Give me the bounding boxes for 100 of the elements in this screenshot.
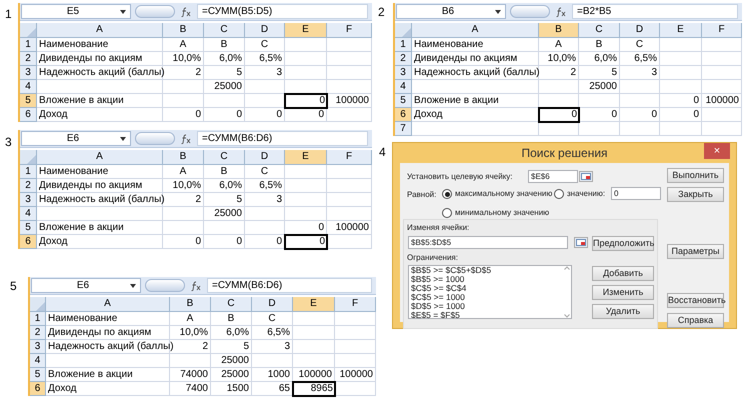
- column-header[interactable]: A: [412, 23, 539, 38]
- caret-icon[interactable]: [120, 10, 126, 14]
- formula-field[interactable]: =СУММ(B6:D6): [207, 278, 372, 293]
- row-header[interactable]: 6: [20, 108, 37, 122]
- row-header[interactable]: 2: [30, 326, 46, 340]
- function-icon[interactable]: [189, 279, 203, 292]
- column-header[interactable]: D: [620, 23, 660, 38]
- row-header[interactable]: 7: [395, 122, 412, 136]
- row-header[interactable]: 1: [20, 38, 37, 52]
- row-header[interactable]: 6: [30, 382, 46, 396]
- caret-icon[interactable]: [130, 284, 136, 288]
- corner-cell[interactable]: [20, 150, 37, 165]
- radio-button[interactable]: [554, 189, 564, 199]
- function-icon[interactable]: [179, 5, 193, 18]
- row-header[interactable]: 5: [20, 221, 37, 235]
- row-header[interactable]: 1: [20, 165, 37, 179]
- corner-cell[interactable]: [395, 23, 412, 38]
- row-header[interactable]: 4: [395, 80, 412, 94]
- column-header[interactable]: F: [335, 297, 376, 312]
- name-box[interactable]: E5: [21, 4, 131, 19]
- scroll-handle[interactable]: [135, 5, 175, 18]
- row-header[interactable]: 2: [395, 52, 412, 66]
- column-header[interactable]: E: [293, 297, 335, 312]
- action-button[interactable]: Закрыть: [667, 187, 724, 202]
- name-box[interactable]: B6: [396, 4, 506, 19]
- column-header[interactable]: A: [37, 23, 163, 38]
- action-button[interactable]: Справка: [667, 313, 724, 328]
- close-button[interactable]: ×: [704, 143, 730, 159]
- column-header[interactable]: D: [245, 150, 285, 165]
- radio-button[interactable]: [442, 208, 452, 218]
- scroll-down-icon[interactable]: [564, 314, 570, 318]
- corner-cell[interactable]: [20, 23, 37, 38]
- column-header[interactable]: E: [285, 150, 327, 165]
- row-header[interactable]: 3: [30, 340, 46, 354]
- list-item[interactable]: $D$5 >= 1000: [411, 302, 465, 311]
- column-header[interactable]: B: [170, 297, 211, 312]
- row-header[interactable]: 4: [30, 354, 46, 368]
- row-header[interactable]: 3: [20, 66, 37, 80]
- row-header[interactable]: 1: [395, 38, 412, 52]
- radio-option[interactable]: минимальному значению: [442, 207, 550, 219]
- row-header[interactable]: 3: [395, 66, 412, 80]
- formula-field[interactable]: =B2*B5: [572, 4, 738, 19]
- name-box[interactable]: E6: [31, 278, 141, 293]
- formula-field[interactable]: =СУММ(B6:D6): [197, 131, 368, 146]
- formula-field[interactable]: =СУММ(B5:D5): [197, 4, 368, 19]
- action-button[interactable]: Изменить: [592, 285, 654, 300]
- column-header[interactable]: D: [252, 297, 293, 312]
- changing-cells-field[interactable]: $B$5:$D$5: [408, 236, 568, 249]
- range-picker-icon[interactable]: [579, 171, 593, 182]
- row-header[interactable]: 5: [395, 94, 412, 108]
- column-header[interactable]: B: [163, 23, 204, 38]
- caret-icon[interactable]: [495, 10, 501, 14]
- column-header[interactable]: C: [211, 297, 252, 312]
- function-icon[interactable]: [179, 132, 193, 145]
- name-box[interactable]: E6: [21, 131, 131, 146]
- column-header[interactable]: A: [37, 150, 163, 165]
- radio-option[interactable]: значению:: [554, 188, 606, 200]
- list-item[interactable]: $C$5 >= $C$4: [411, 284, 466, 293]
- column-header[interactable]: C: [579, 23, 620, 38]
- column-header[interactable]: F: [702, 23, 742, 38]
- row-header[interactable]: 2: [20, 179, 37, 193]
- list-item[interactable]: $B$5 >= $C$5+$D$5: [411, 266, 492, 275]
- row-header[interactable]: 3: [20, 193, 37, 207]
- column-header[interactable]: E: [660, 23, 702, 38]
- column-header[interactable]: B: [539, 23, 579, 38]
- scroll-handle[interactable]: [145, 279, 185, 292]
- list-item[interactable]: $B$5 >= 1000: [411, 275, 464, 284]
- row-header[interactable]: 2: [20, 52, 37, 66]
- range-picker-icon[interactable]: [574, 237, 588, 248]
- function-icon[interactable]: [554, 5, 568, 18]
- row-header[interactable]: 4: [20, 80, 37, 94]
- row-header[interactable]: 6: [395, 108, 412, 122]
- row-header[interactable]: 5: [20, 94, 37, 108]
- caret-icon[interactable]: [120, 136, 126, 140]
- radio-option[interactable]: максимальному значению: [442, 188, 552, 200]
- column-header[interactable]: C: [204, 23, 245, 38]
- target-field[interactable]: $E$6: [528, 170, 578, 183]
- column-header[interactable]: F: [327, 150, 372, 165]
- action-button[interactable]: Добавить: [592, 266, 654, 281]
- list-item[interactable]: $C$5 >= 1000: [411, 293, 465, 302]
- scroll-handle[interactable]: [135, 132, 175, 145]
- action-button[interactable]: Восстановить: [667, 293, 724, 308]
- guess-button[interactable]: Предположить: [592, 236, 654, 251]
- column-header[interactable]: E: [285, 23, 327, 38]
- row-header[interactable]: 6: [20, 235, 37, 249]
- radio-button[interactable]: [442, 189, 452, 199]
- column-header[interactable]: C: [204, 150, 245, 165]
- row-header[interactable]: 5: [30, 368, 46, 382]
- action-button[interactable]: Выполнить: [667, 168, 724, 183]
- column-header[interactable]: D: [245, 23, 285, 38]
- row-header[interactable]: 4: [20, 207, 37, 221]
- column-header[interactable]: F: [327, 23, 372, 38]
- row-header[interactable]: 1: [30, 312, 46, 326]
- value-field[interactable]: 0: [611, 187, 661, 200]
- column-header[interactable]: B: [163, 150, 204, 165]
- action-button[interactable]: Удалить: [592, 304, 654, 319]
- scroll-up-icon[interactable]: [564, 266, 570, 270]
- scroll-handle[interactable]: [510, 5, 550, 18]
- action-button[interactable]: Параметры: [667, 244, 724, 259]
- corner-cell[interactable]: [30, 297, 46, 312]
